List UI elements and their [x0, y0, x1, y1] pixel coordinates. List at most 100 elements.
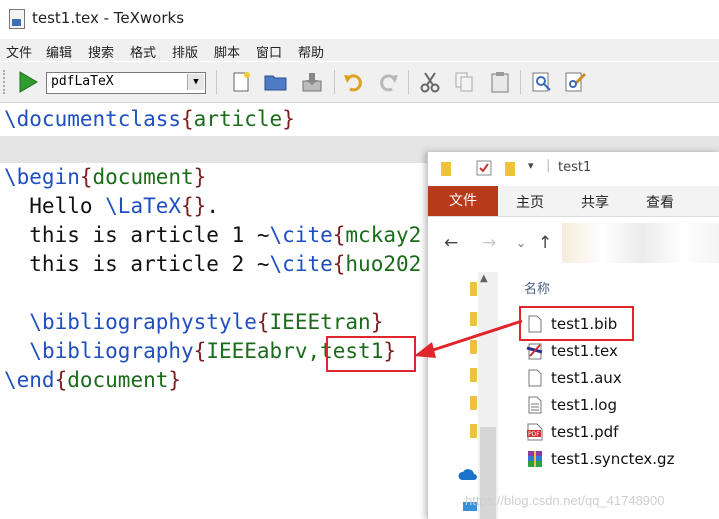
file-item-pdf[interactable]: PDF test1.pdf [526, 420, 618, 444]
folder-icon[interactable] [470, 282, 477, 296]
find-button[interactable] [528, 68, 556, 96]
code-line: Hello \LaTeX{}. [4, 194, 219, 218]
file-item-aux[interactable]: test1.aux [526, 366, 622, 390]
file-item-log[interactable]: test1.log [526, 393, 617, 417]
annotation-highlight-box [519, 306, 634, 341]
file-name: test1.synctex.gz [551, 450, 675, 468]
menu-bar: 文件 编辑 搜索 格式 排版 脚本 窗口 帮助 [0, 39, 719, 61]
scroll-up-arrow-icon[interactable]: ▲ [480, 273, 488, 284]
menu-edit[interactable]: 编辑 [46, 42, 72, 61]
paste-button[interactable] [486, 68, 514, 96]
file-name: test1.pdf [551, 423, 619, 441]
code-text: ~ [256, 252, 270, 276]
latex-command: \end [4, 368, 55, 392]
latex-command: \LaTeX [105, 194, 182, 218]
properties-check-icon[interactable] [476, 160, 492, 176]
menu-search[interactable]: 搜索 [88, 42, 114, 61]
annotation-highlight-box [326, 336, 416, 372]
latex-argument: article [193, 107, 283, 131]
ribbon-tab-file[interactable]: 文件 [428, 186, 498, 216]
explorer-ribbon: 文件 主页 共享 查看 [428, 186, 719, 217]
replace-button[interactable] [562, 68, 590, 96]
onedrive-cloud-icon[interactable] [458, 467, 478, 481]
archive-file-icon [526, 449, 544, 469]
menu-format[interactable]: 格式 [130, 42, 156, 61]
code-line: this is article 2 ~\cite{huo202 [4, 252, 422, 276]
folder-icon [441, 162, 451, 176]
file-name: test1.log [551, 396, 617, 414]
code-line: this is article 1 ~\cite{mckay2 [4, 223, 422, 247]
file-name: test1.tex [551, 342, 618, 360]
typeset-play-icon[interactable] [17, 70, 39, 94]
address-bar-blurred[interactable] [562, 223, 719, 263]
engine-select[interactable]: pdfLaTeX ▼ [46, 72, 206, 94]
new-folder-icon[interactable] [504, 161, 516, 177]
toolbar-grip[interactable] [3, 70, 9, 94]
annotation-arrow-icon [414, 319, 523, 358]
toolbar-separator [408, 70, 409, 94]
redo-icon [380, 74, 398, 92]
code-line: \documentclass{article} [4, 107, 295, 131]
column-header-name[interactable]: 名称 [524, 278, 550, 297]
ribbon-tab-view[interactable]: 查看 [646, 192, 674, 212]
file-item-synctex[interactable]: test1.synctex.gz [526, 447, 674, 471]
save-icon [302, 73, 322, 92]
menu-typeset[interactable]: 排版 [172, 42, 198, 61]
menu-help[interactable]: 帮助 [298, 42, 324, 61]
texworks-file-icon [526, 341, 544, 361]
folder-icon[interactable] [470, 368, 477, 382]
toolbar-separator [520, 70, 521, 94]
menu-scripts[interactable]: 脚本 [214, 42, 240, 61]
latex-command: \cite [269, 223, 333, 247]
ribbon-tab-share[interactable]: 共享 [581, 192, 609, 212]
folder-icon[interactable] [470, 396, 477, 410]
cut-button[interactable] [416, 68, 444, 96]
folder-icon[interactable] [470, 424, 477, 438]
ribbon-tab-home[interactable]: 主页 [516, 192, 544, 212]
blank-file-icon [526, 368, 544, 388]
recent-locations-chevron-icon[interactable]: ⌄ [516, 236, 526, 250]
code-line: \end{document} [4, 368, 182, 392]
menu-window[interactable]: 窗口 [256, 42, 282, 61]
new-document-icon [233, 72, 250, 92]
toolbar-separator [216, 70, 217, 94]
forward-arrow-icon[interactable]: → [482, 233, 496, 253]
open-button[interactable] [262, 68, 290, 96]
titlebar-divider: | [546, 158, 551, 173]
redo-button[interactable] [374, 68, 402, 96]
latex-command: \begin [4, 165, 80, 189]
svg-text:PDF: PDF [528, 431, 540, 438]
toolbar: pdfLaTeX ▼ [0, 62, 719, 103]
explorer-titlebar: ▾ | test1 [428, 152, 719, 185]
back-arrow-icon[interactable]: ← [444, 233, 458, 253]
code-text: . [206, 194, 219, 218]
latex-argument: document [92, 165, 194, 189]
watermark-text: https://blog.csdn.net/qq_41748900 [465, 493, 665, 508]
code-text: Hello [4, 194, 106, 218]
latex-argument: document [67, 368, 169, 392]
open-folder-icon [264, 75, 287, 91]
quick-access-dropdown-icon[interactable]: ▾ [528, 159, 534, 172]
code-line: \bibliographystyle{IEEEtran} [29, 310, 384, 334]
text-file-icon [526, 395, 544, 415]
menu-file[interactable]: 文件 [6, 42, 32, 61]
save-button[interactable] [298, 68, 326, 96]
code-text: this is article 1 [4, 223, 257, 247]
latex-argument: IEEEabrv, [206, 339, 321, 363]
up-arrow-icon[interactable]: ↑ [538, 233, 552, 253]
copy-button[interactable] [450, 68, 478, 96]
undo-icon [344, 74, 362, 92]
latex-command: \documentclass [4, 107, 182, 131]
latex-command: \cite [269, 252, 333, 276]
file-item-tex[interactable]: test1.tex [526, 339, 618, 363]
texworks-app-icon [9, 9, 25, 29]
code-text: this is article 2 [4, 252, 257, 276]
latex-command: \bibliography [29, 339, 194, 363]
undo-button[interactable] [340, 68, 368, 96]
toolbar-separator [334, 70, 335, 94]
chevron-down-icon: ▼ [187, 74, 204, 90]
explorer-title: test1 [558, 160, 592, 175]
find-icon [532, 72, 551, 92]
latex-command: \bibliographystyle [29, 310, 257, 334]
new-document-button[interactable] [228, 68, 256, 96]
